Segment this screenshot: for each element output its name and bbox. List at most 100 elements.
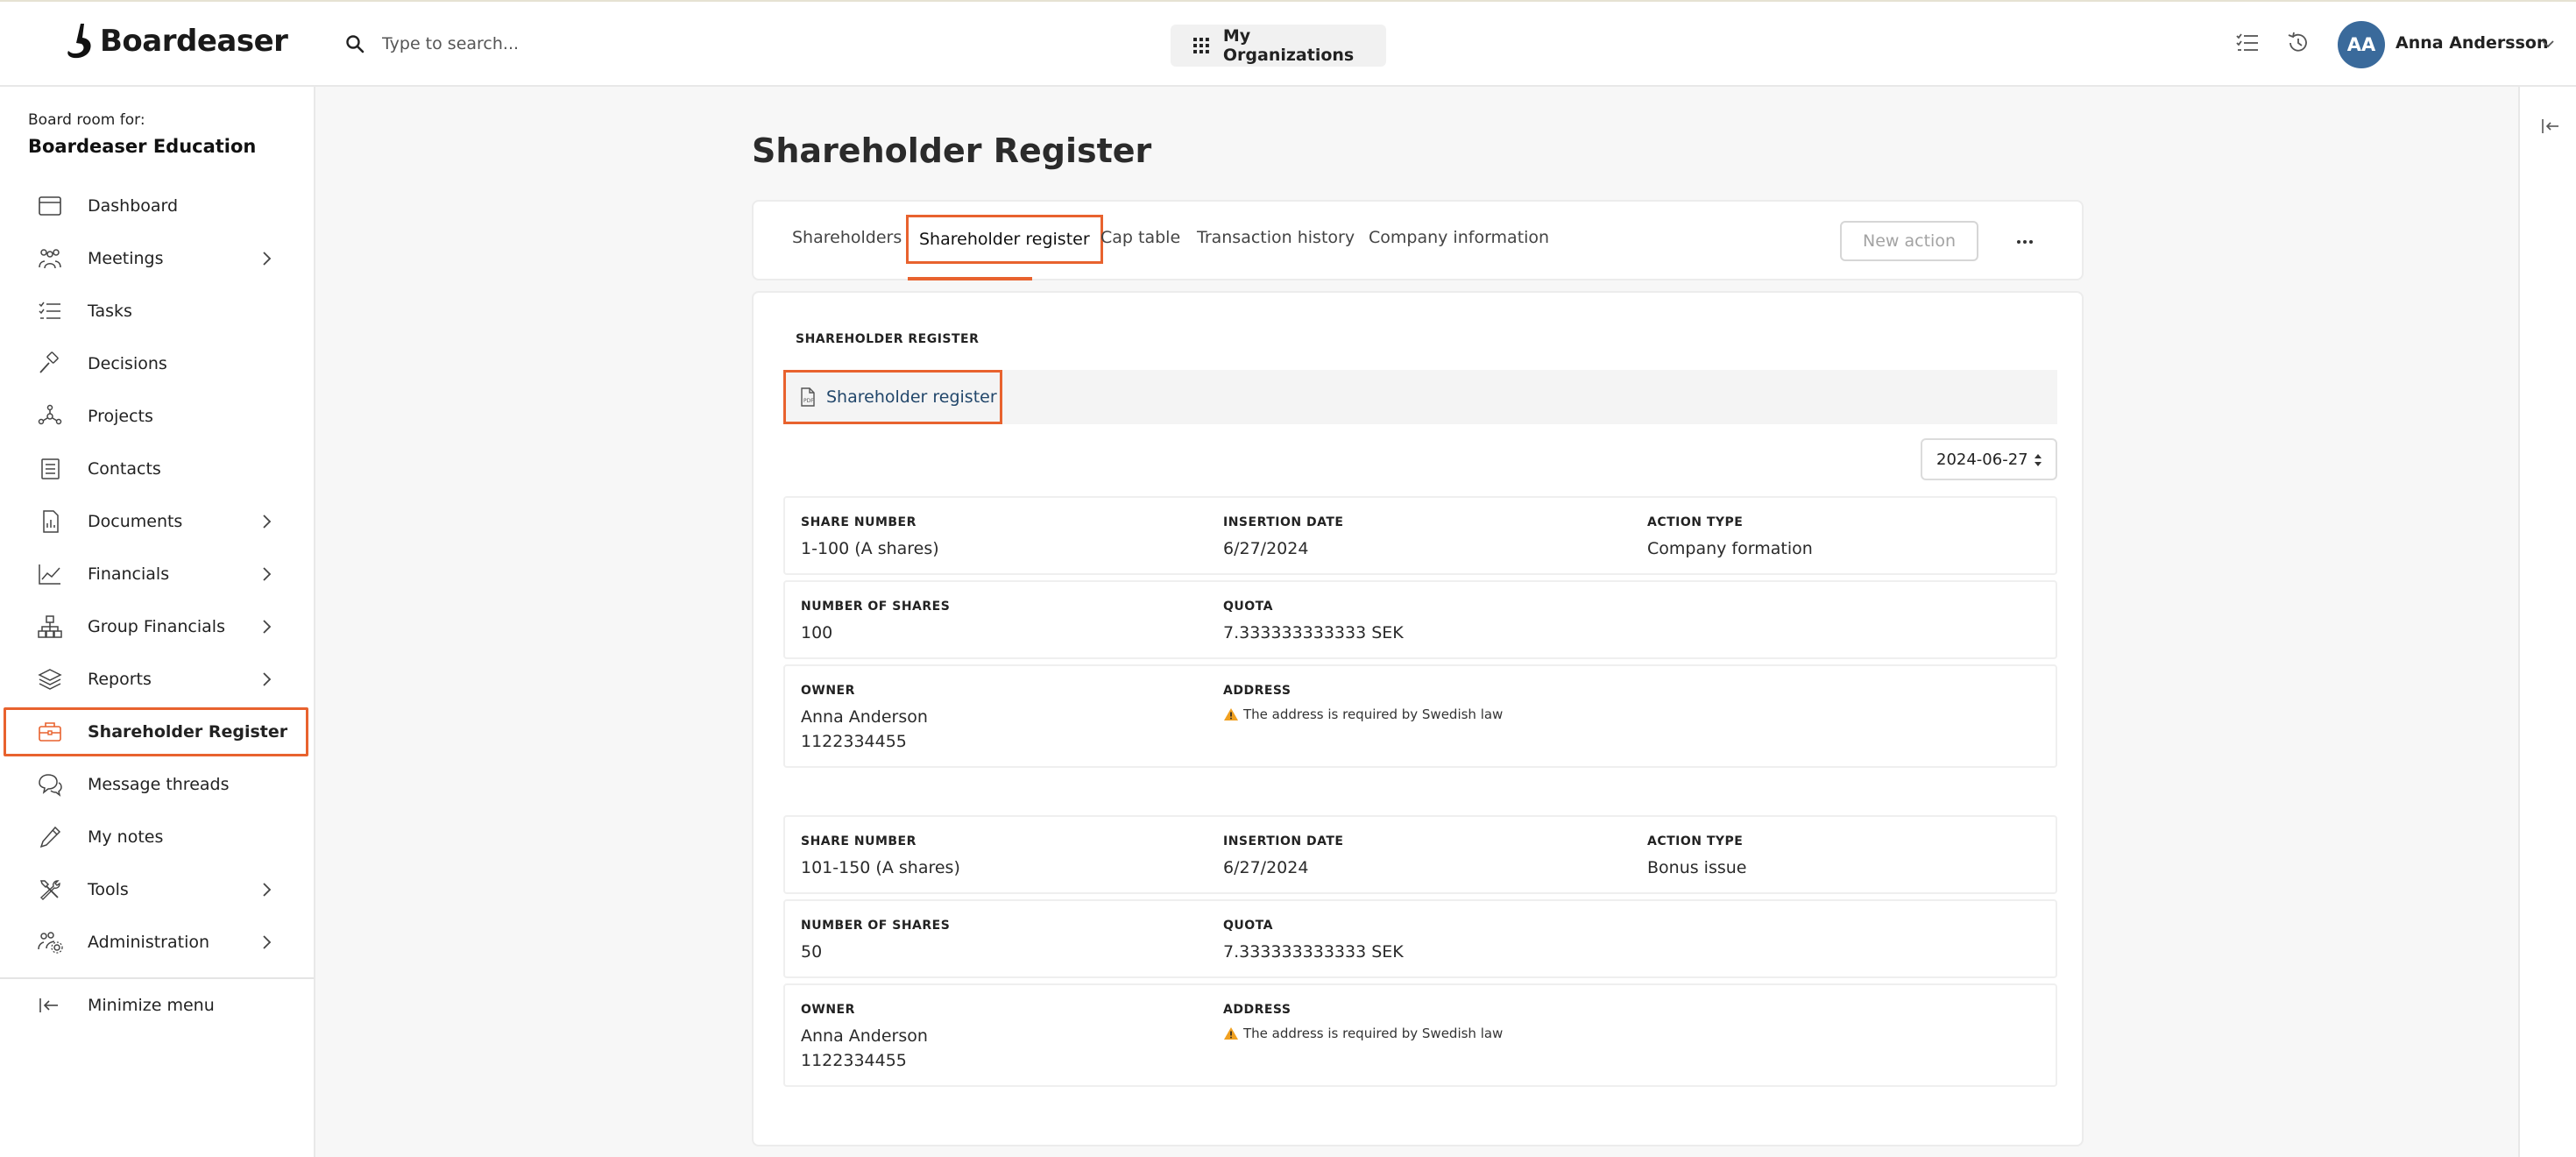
tools-icon — [39, 880, 60, 900]
minimize-menu-button[interactable]: Minimize menu — [4, 981, 308, 1030]
sidebar-item-decisions[interactable]: Decisions — [4, 339, 308, 388]
board-room-name: Boardeaser Education — [28, 136, 257, 157]
sidebar-item-dashboard[interactable]: Dashboard — [4, 181, 308, 231]
tabs-bar: Shareholders Shareholder register Cap ta… — [752, 200, 2084, 280]
history-icon[interactable] — [2285, 30, 2311, 56]
insertion-date-cell: INSERTION DATE 6/27/2024 — [1223, 515, 1344, 558]
search-input[interactable] — [382, 34, 732, 53]
sidebar-item-administration[interactable]: Administration — [4, 918, 308, 967]
avatar[interactable]: AA — [2338, 21, 2385, 68]
insertion-date-cell: INSERTION DATE 6/27/2024 — [1223, 834, 1344, 877]
board-room-label: Board room for: — [28, 111, 145, 129]
warning-icon — [1224, 1027, 1238, 1040]
action-type-cell: ACTION TYPE Company formation — [1647, 515, 1813, 558]
documents-icon — [43, 510, 59, 533]
entry-1-owner-row: OWNER Anna Anderson 1122334455 ADDRESS T… — [783, 664, 2057, 768]
sidebar-item-shareholder-register[interactable]: Shareholder Register — [4, 707, 308, 756]
chevron-down-icon[interactable] — [2539, 35, 2557, 53]
projects-icon — [38, 404, 62, 425]
warning-icon — [1224, 708, 1238, 720]
logo-text: Boardeaser — [100, 24, 288, 59]
my-organizations-label: My Organizations — [1222, 26, 1355, 65]
chevron-right-icon — [263, 672, 272, 686]
owner-cell: OWNER Anna Anderson 1122334455 — [801, 684, 928, 751]
search-bar — [345, 26, 732, 61]
sort-arrows-icon — [2035, 454, 2042, 466]
tab-shareholders[interactable]: Shareholders — [792, 228, 902, 247]
number-of-shares-cell: NUMBER OF SHARES 100 — [801, 600, 951, 642]
hierarchy-icon — [38, 615, 62, 638]
my-organizations-button[interactable]: My Organizations — [1171, 25, 1386, 67]
share-number-cell: SHARE NUMBER 101-150 (A shares) — [801, 834, 960, 877]
sidebar-item-meetings[interactable]: Meetings — [4, 234, 308, 283]
address-warning: The address is required by Swedish law — [1223, 706, 1503, 722]
sidebar-item-documents[interactable]: Documents — [4, 497, 308, 546]
sidebar-item-group-financials[interactable]: Group Financials — [4, 602, 308, 651]
chevron-right-icon — [263, 935, 272, 949]
tab-shareholder-register[interactable]: Shareholder register — [906, 215, 1103, 264]
user-name[interactable]: Anna Andersson — [2396, 33, 2548, 53]
collapse-panel-icon[interactable] — [2541, 117, 2560, 136]
sidebar-divider — [0, 977, 314, 979]
entry-1-share-row: SHARE NUMBER 1-100 (A shares) INSERTION … — [783, 496, 2057, 575]
boardeaser-logo[interactable]: Boardeaser — [65, 19, 288, 63]
avatar-initials: AA — [2346, 34, 2376, 55]
chevron-right-icon — [263, 620, 272, 634]
chevron-right-icon — [263, 252, 272, 266]
quota-cell: QUOTA 7.333333333333 SEK — [1223, 919, 1404, 962]
chevron-right-icon — [263, 515, 272, 529]
briefcase-icon — [39, 722, 61, 742]
gavel-icon — [39, 351, 59, 373]
chevron-right-icon — [263, 567, 272, 581]
tab-company-information[interactable]: Company information — [1369, 228, 1549, 247]
sidebar-item-reports[interactable]: Reports — [4, 655, 308, 704]
number-of-shares-cell: NUMBER OF SHARES 50 — [801, 919, 951, 962]
contacts-icon — [41, 458, 60, 479]
shareholder-register-card: SHAREHOLDER REGISTER PDF Shareholder reg… — [752, 291, 2084, 1146]
chevron-right-icon — [263, 883, 272, 897]
svg-text:PDF: PDF — [803, 398, 814, 404]
quota-cell: QUOTA 7.333333333333 SEK — [1223, 600, 1404, 642]
shareholder-register-file-link[interactable]: PDF Shareholder register — [783, 370, 1002, 424]
owner-cell: OWNER Anna Anderson 1122334455 — [801, 1003, 928, 1070]
sidebar-item-projects[interactable]: Projects — [4, 392, 308, 441]
action-type-cell: ACTION TYPE Bonus issue — [1647, 834, 1747, 877]
right-panel-rail — [2518, 87, 2576, 1157]
tab-cap-table[interactable]: Cap table — [1100, 228, 1180, 247]
sidebar-item-tools[interactable]: Tools — [4, 865, 308, 914]
entry-1-quantity-row: NUMBER OF SHARES 100 QUOTA 7.33333333333… — [783, 580, 2057, 659]
meetings-icon — [39, 249, 61, 269]
file-link-label: Shareholder register — [826, 387, 997, 407]
sidebar-item-my-notes[interactable]: My notes — [4, 813, 308, 862]
new-action-button[interactable]: New action — [1840, 221, 1978, 261]
logo-mark-icon — [67, 24, 91, 59]
date-select-value: 2024-06-27 — [1936, 450, 2028, 469]
share-number-cell: SHARE NUMBER 1-100 (A shares) — [801, 515, 939, 558]
entry-2-owner-row: OWNER Anna Anderson 1122334455 ADDRESS T… — [783, 983, 2057, 1087]
chart-line-icon — [39, 564, 60, 585]
sidebar-item-financials[interactable]: Financials — [4, 550, 308, 599]
address-cell: ADDRESS The address is required by Swedi… — [1223, 1003, 1504, 1041]
address-warning: The address is required by Swedish law — [1223, 1026, 1503, 1041]
collapse-left-icon — [39, 998, 58, 1012]
active-tab-underline — [908, 277, 1032, 280]
sidebar-item-contacts[interactable]: Contacts — [4, 444, 308, 493]
users-gear-icon — [38, 932, 63, 954]
address-cell: ADDRESS The address is required by Swedi… — [1223, 684, 1504, 722]
sidebar-item-message-threads[interactable]: Message threads — [4, 760, 308, 809]
pencil-icon — [39, 826, 61, 848]
sidebar-item-tasks[interactable]: Tasks — [4, 287, 308, 336]
task-list-icon[interactable] — [2234, 30, 2261, 56]
top-bar: Boardeaser My Organizations AA Anna Ande… — [0, 0, 2576, 87]
dashboard-icon — [39, 196, 61, 216]
entry-2-share-row: SHARE NUMBER 101-150 (A shares) INSERTIO… — [783, 815, 2057, 894]
grid-icon — [1193, 38, 1209, 53]
tab-transaction-history[interactable]: Transaction history — [1197, 228, 1355, 247]
tasks-icon — [39, 302, 60, 319]
sidebar: Board room for: Boardeaser Education Das… — [0, 87, 315, 1157]
date-select[interactable]: 2024-06-27 — [1921, 438, 2057, 480]
more-options-icon[interactable] — [2013, 231, 2036, 253]
chat-icon — [39, 774, 62, 797]
section-title: SHAREHOLDER REGISTER — [796, 332, 980, 346]
page-title: Shareholder Register — [752, 131, 1152, 170]
